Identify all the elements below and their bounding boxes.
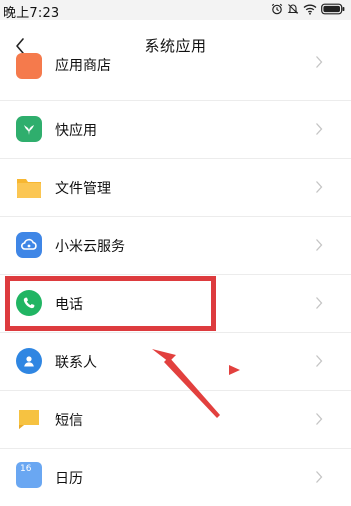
calendar-day-badge: 16 (20, 464, 32, 474)
app-store-icon (16, 53, 42, 79)
chevron-right-icon (316, 297, 323, 309)
alarm-icon (271, 3, 283, 15)
list-item-calendar[interactable]: 16 日历 (0, 448, 351, 506)
chevron-right-icon (316, 239, 323, 251)
folder-icon (16, 174, 42, 200)
battery-icon (321, 3, 345, 15)
chevron-right-icon (316, 355, 323, 367)
list-item-label: 小米云服务 (55, 239, 125, 255)
calendar-icon: 16 (16, 462, 42, 488)
list-item-label: 快应用 (55, 123, 97, 139)
chevron-right-icon (316, 413, 323, 425)
list-item-label: 电话 (55, 297, 83, 313)
wifi-icon (303, 4, 317, 15)
list-item-sms[interactable]: 短信 (0, 390, 351, 448)
chevron-right-icon (316, 471, 323, 483)
list-item-contacts[interactable]: 联系人 (0, 332, 351, 390)
status-time: 晚上7:23 (3, 6, 60, 21)
list-item-label: 短信 (55, 413, 83, 429)
status-icons (271, 3, 345, 15)
phone-icon (16, 290, 42, 316)
quick-app-icon (16, 116, 42, 142)
silent-icon (287, 4, 299, 14)
sms-icon (16, 406, 42, 432)
list-item-phone[interactable]: 电话 (0, 274, 351, 332)
contacts-icon (16, 348, 42, 374)
list-item-mi-cloud[interactable]: 小米云服务 (0, 216, 351, 274)
chevron-right-icon (316, 181, 323, 193)
list-item-label: 日历 (55, 471, 83, 487)
cloud-icon (16, 232, 42, 258)
list-item-label: 应用商店 (55, 58, 111, 74)
status-bar: 晚上7:23 (0, 0, 351, 21)
list-item-label: 文件管理 (55, 181, 111, 197)
page-title: 系统应用 (144, 37, 207, 55)
list-item-file-manager[interactable]: 文件管理 (0, 158, 351, 216)
list-item-label: 联系人 (55, 355, 97, 371)
chevron-right-icon (316, 123, 323, 135)
chevron-right-icon (316, 56, 323, 68)
list-item-quick-app[interactable]: 快应用 (0, 100, 351, 158)
